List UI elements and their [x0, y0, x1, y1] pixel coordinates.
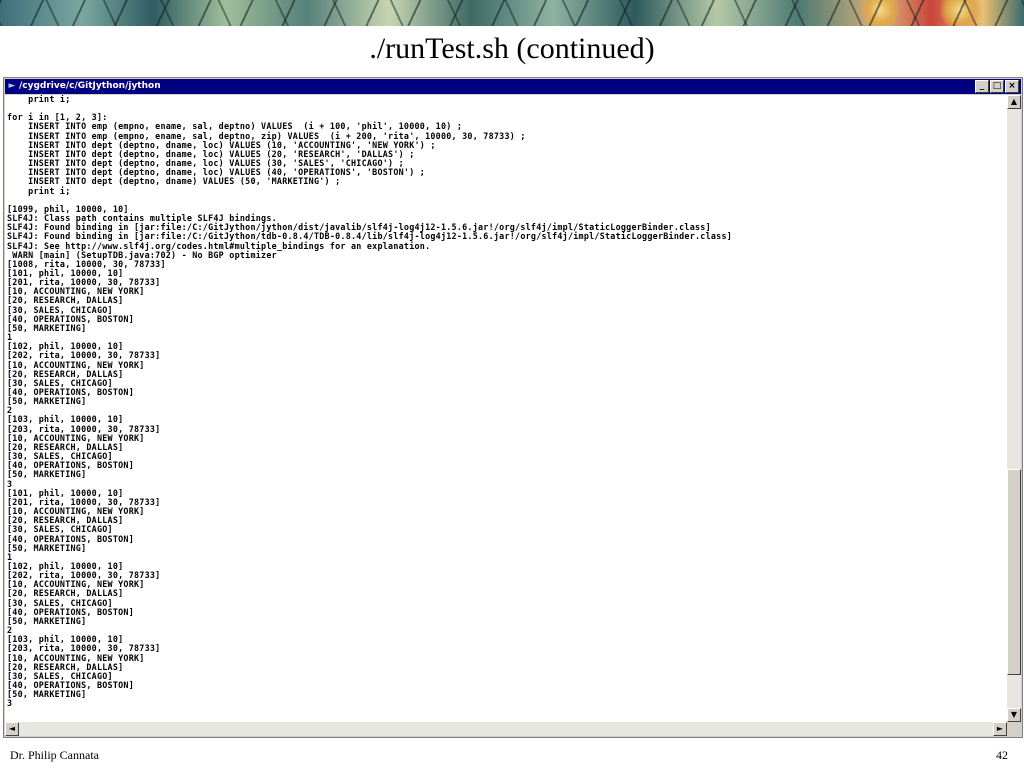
slide-title: ./runTest.sh (continued): [369, 32, 655, 65]
minimize-button[interactable]: _: [975, 80, 989, 93]
console-text: print i; for i in [1, 2, 3]: INSERT INTO…: [5, 95, 1007, 708]
console-icon[interactable]: ►: [5, 79, 19, 94]
window-controls: _ □ ×: [974, 80, 1019, 95]
console-line: [50, MARKETING]: [7, 615, 87, 626]
console-line: print i;: [7, 185, 71, 196]
console-line: [50, MARKETING]: [7, 689, 87, 700]
console-line: [50, MARKETING]: [7, 542, 87, 553]
horizontal-scrollbar[interactable]: ◄ ►: [5, 722, 1007, 736]
console-line: print i;: [7, 95, 71, 104]
vertical-scroll-thumb[interactable]: [1007, 469, 1021, 675]
close-button[interactable]: ×: [1005, 80, 1019, 93]
console-output[interactable]: print i; for i in [1, 2, 3]: INSERT INTO…: [5, 95, 1007, 722]
console-line: [50, MARKETING]: [7, 469, 87, 480]
scroll-down-button[interactable]: ▼: [1007, 708, 1021, 722]
scroll-left-button[interactable]: ◄: [5, 722, 19, 736]
slide-page-number: 42: [996, 748, 1008, 762]
console-line: 3: [7, 698, 13, 709]
window-titlebar[interactable]: ►/cygdrive/c/GitJython/jython _ □ ×: [5, 79, 1021, 94]
console-window[interactable]: ►/cygdrive/c/GitJython/jython _ □ × print …: [3, 77, 1023, 738]
scroll-right-button[interactable]: ►: [993, 722, 1007, 736]
banner-leading: [0, 0, 1024, 26]
scrollbar-corner: [1007, 722, 1021, 736]
console-line: [50, MARKETING]: [7, 322, 87, 333]
maximize-button[interactable]: □: [990, 80, 1004, 93]
slide-author: Dr. Philip Cannata: [10, 748, 99, 762]
window-title: /cygdrive/c/GitJython/jython: [19, 81, 161, 91]
stained-glass-banner: [0, 0, 1024, 26]
scroll-up-button[interactable]: ▲: [1007, 95, 1021, 109]
vertical-scrollbar[interactable]: ▲ ▼: [1007, 95, 1021, 722]
console-line: [50, MARKETING]: [7, 396, 87, 407]
